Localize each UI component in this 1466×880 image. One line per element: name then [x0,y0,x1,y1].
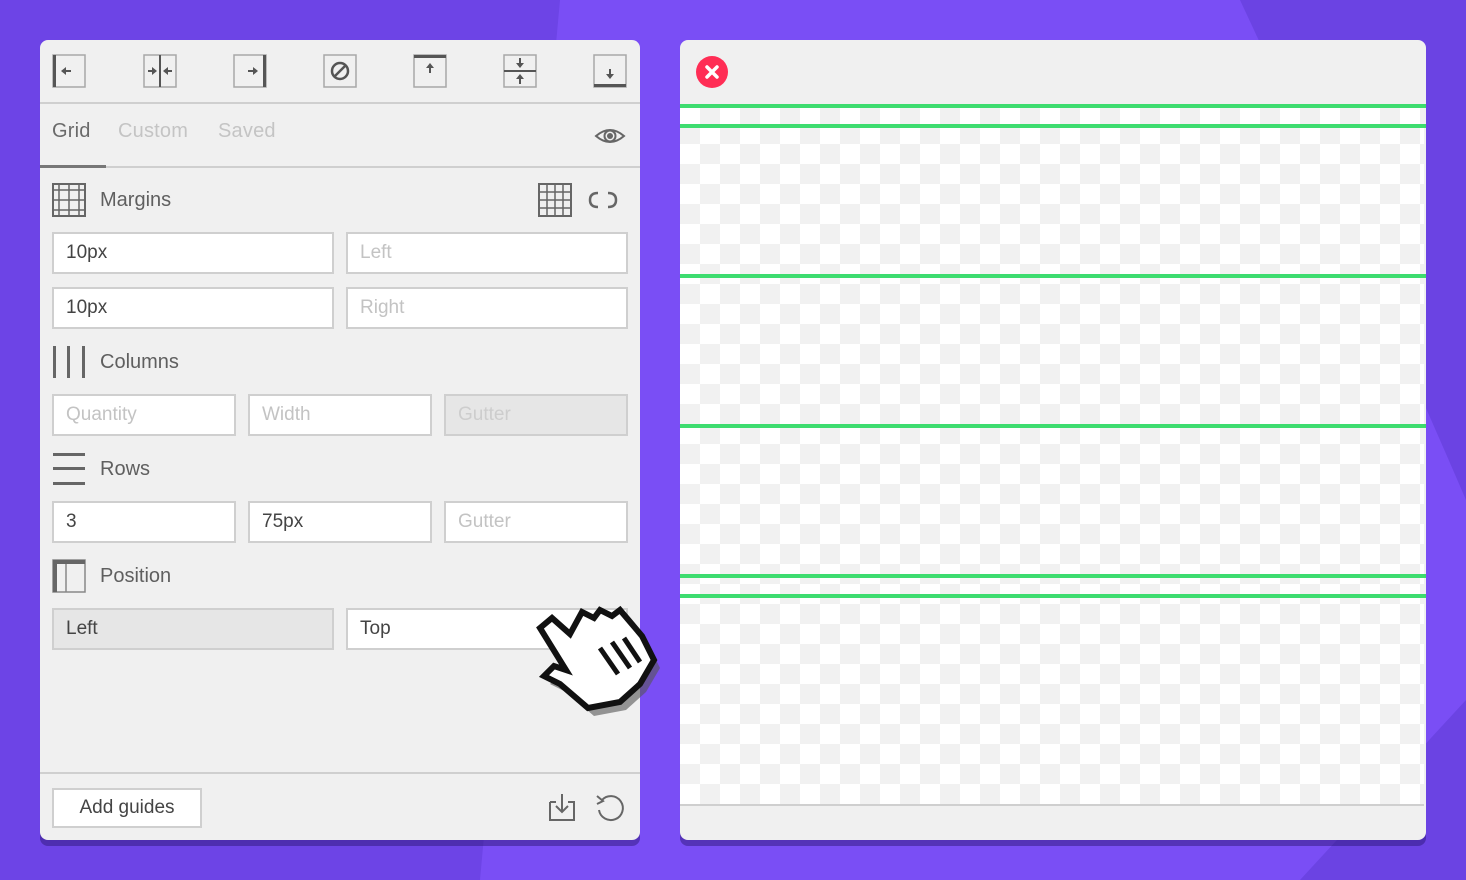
align-bottom-button[interactable] [593,54,627,88]
circle-slash-icon [323,54,357,88]
columns-header: Columns [52,345,352,379]
align-center-vertical-icon [503,54,537,88]
margins-title: Margins [100,189,172,211]
guide-line[interactable] [680,104,1426,108]
margins-header: Margins [52,183,628,217]
position-icon [52,559,86,593]
margin-top-input[interactable] [52,232,334,274]
position-horizontal-select[interactable] [52,608,334,650]
margin-bottom-input[interactable] [52,287,334,329]
close-icon [705,65,719,79]
preview-window [680,40,1426,840]
columns-icon [53,346,85,378]
align-top-icon [413,54,447,88]
rows-header: Rows [52,452,352,486]
align-right-icon [233,54,267,88]
columns-quantity-input[interactable] [52,394,236,436]
close-button[interactable] [696,56,728,88]
tab-custom[interactable]: Custom [118,120,188,143]
align-middle-button[interactable] [503,54,537,88]
margin-right-input[interactable] [346,287,628,329]
columns-title: Columns [100,351,179,373]
align-right-button[interactable] [233,54,267,88]
align-left-button[interactable] [52,54,86,88]
tab-bar: Grid Custom Saved [40,104,640,168]
margins-grid-icon [52,183,86,217]
rows-height-input[interactable] [248,501,432,543]
preview-canvas [680,104,1424,806]
save-download-icon[interactable] [544,790,580,826]
rows-title: Rows [100,458,151,480]
panel-footer: Add guides [40,772,640,840]
position-title: Position [100,565,172,587]
position-header: Position [52,559,352,593]
alignment-toolbar [40,40,640,104]
grid-layout-icon[interactable] [538,183,572,217]
eye-icon[interactable] [594,120,626,152]
columns-gutter-input[interactable] [444,394,628,436]
reset-icon[interactable] [592,790,628,826]
guide-line[interactable] [680,424,1426,428]
add-guides-button[interactable]: Add guides [52,788,202,828]
active-tab-indicator [40,165,106,168]
align-center-horizontal-icon [143,54,177,88]
tab-saved[interactable]: Saved [218,120,276,143]
no-alignment-button[interactable] [323,54,357,88]
hand-cursor-icon [536,605,660,716]
guides-panel: Grid Custom Saved Margins 10px Left 10px… [40,40,640,840]
rows-icon [53,453,85,485]
columns-width-input[interactable] [248,394,432,436]
tab-grid[interactable]: Grid [52,120,91,143]
guide-line[interactable] [680,574,1426,578]
rows-quantity-input[interactable] [52,501,236,543]
guide-line[interactable] [680,594,1426,598]
guide-line[interactable] [680,274,1426,278]
rows-gutter-input[interactable] [444,501,628,543]
margin-left-input[interactable] [346,232,628,274]
guide-line[interactable] [680,124,1426,128]
align-center-button[interactable] [143,54,177,88]
align-bottom-icon [593,54,627,88]
link-icon[interactable] [586,187,620,213]
align-top-button[interactable] [413,54,447,88]
align-left-icon [52,54,86,88]
